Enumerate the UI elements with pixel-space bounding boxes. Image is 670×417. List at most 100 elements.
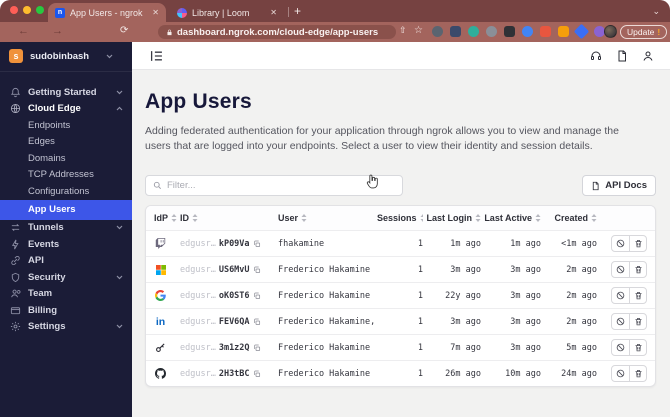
table-row[interactable]: edgusr… 3m1z2Q Frederico Hakamine 1 7m ag…: [146, 334, 655, 360]
revoke-sessions-button[interactable]: [612, 314, 629, 329]
delete-user-button[interactable]: [629, 340, 646, 356]
new-tab-button[interactable]: +: [294, 4, 301, 18]
sort-icon[interactable]: [171, 214, 177, 223]
extensions-row: [432, 23, 605, 40]
copy-icon[interactable]: [253, 292, 261, 300]
column-header-created[interactable]: Created: [541, 213, 597, 223]
url-text: dashboard.ngrok.com/cloud-edge/app-users: [177, 26, 379, 38]
user-id: US6MvU: [218, 264, 250, 275]
browser-profile-avatar[interactable]: [604, 25, 617, 38]
last-login: 3m ago: [450, 264, 481, 275]
filter-input[interactable]: [167, 180, 395, 192]
close-tab-icon[interactable]: ✕: [270, 8, 277, 17]
address-bar[interactable]: dashboard.ngrok.com/cloud-edge/app-users: [158, 25, 396, 39]
extension-icon[interactable]: [522, 26, 533, 37]
table-row[interactable]: in edgusr…FEV6QA Frederico Hakamine, CIS…: [146, 308, 655, 334]
extension-icon[interactable]: [540, 26, 551, 37]
chevron-down-icon[interactable]: ⌄: [652, 6, 660, 17]
tab-app-users[interactable]: n App Users - ngrok ✕: [48, 3, 166, 22]
close-window-button[interactable]: [10, 6, 18, 14]
sidebar-item-cloud-edge[interactable]: Cloud Edge: [0, 101, 132, 118]
copy-icon[interactable]: [253, 370, 261, 378]
chevron-down-icon: [116, 225, 123, 230]
extension-icon[interactable]: [432, 26, 443, 37]
table-row[interactable]: edgusr… oK0ST6 Frederico Hakamine 1 22y a…: [146, 282, 655, 308]
sidebar-item-tunnels[interactable]: Tunnels: [0, 220, 132, 237]
close-tab-icon[interactable]: ✕: [152, 8, 159, 17]
sidebar-item-edges[interactable]: Edges: [0, 134, 132, 151]
update-button[interactable]: Update !: [620, 25, 668, 39]
lock-icon: [167, 29, 172, 35]
revoke-sessions-button[interactable]: [612, 262, 629, 277]
minimize-window-button[interactable]: [23, 6, 31, 14]
sidebar-item-getting-started[interactable]: Getting Started: [0, 84, 132, 101]
copy-icon[interactable]: [253, 266, 261, 274]
copy-icon[interactable]: [253, 240, 261, 248]
account-switcher[interactable]: s sudobinbash: [0, 42, 132, 72]
sidebar-item-domains[interactable]: Domains: [0, 150, 132, 167]
tab-loom[interactable]: Library | Loom ✕: [170, 3, 284, 22]
sidebar-item-api[interactable]: API: [0, 253, 132, 270]
sidebar-item-configurations[interactable]: Configurations: [0, 183, 132, 200]
sidebar-item-security[interactable]: Security: [0, 269, 132, 286]
refresh-icon[interactable]: ⟳: [120, 25, 128, 36]
extension-icon[interactable]: [468, 26, 479, 37]
user-account-icon[interactable]: [642, 50, 654, 62]
forward-icon[interactable]: →: [52, 25, 63, 37]
extension-icon[interactable]: [450, 26, 461, 37]
sidebar-item-team[interactable]: Team: [0, 286, 132, 303]
column-header-last-active[interactable]: Last Active: [481, 213, 541, 223]
delete-user-button[interactable]: [629, 288, 646, 304]
extension-icon[interactable]: [558, 26, 569, 37]
sort-icon[interactable]: [591, 214, 597, 223]
extension-icon[interactable]: [573, 23, 590, 40]
table-row[interactable]: edgusr… kP09Va fhakamine 1 1m ago 1m ago …: [146, 230, 655, 256]
sidebar-item-endpoints[interactable]: Endpoints: [0, 117, 132, 134]
revoke-sessions-button[interactable]: [612, 236, 629, 251]
delete-user-button[interactable]: [629, 236, 646, 252]
last-active: 3m ago: [510, 290, 541, 301]
delete-user-button[interactable]: [629, 262, 646, 278]
extension-icon[interactable]: [504, 26, 515, 37]
share-icon[interactable]: ⇧: [399, 25, 407, 36]
chevron-down-icon: [106, 54, 113, 58]
credit-card-icon: [10, 307, 21, 314]
table-row[interactable]: edgusr… 2H3tBC Frederico Hakamine 1 26m a…: [146, 360, 655, 386]
api-docs-button[interactable]: API Docs: [582, 175, 656, 197]
bookmark-star-icon[interactable]: ☆: [414, 25, 423, 36]
user-name: Frederico Hakamine: [278, 342, 371, 353]
revoke-sessions-button[interactable]: [612, 340, 629, 355]
column-header-idp[interactable]: IdP: [154, 213, 180, 223]
sidebar-item-tcp-addresses[interactable]: TCP Addresses: [0, 167, 132, 184]
column-header-last-login[interactable]: Last Login: [423, 213, 481, 223]
delete-user-button[interactable]: [629, 314, 646, 330]
extension-icon[interactable]: [486, 26, 497, 37]
sort-icon[interactable]: [301, 214, 307, 223]
column-header-sessions[interactable]: Sessions: [377, 213, 423, 223]
copy-icon[interactable]: [253, 318, 261, 326]
back-icon[interactable]: ←: [18, 25, 29, 37]
revoke-sessions-button[interactable]: [612, 288, 629, 303]
table-header-row: IdP ID User Sessions Last Login Last Act…: [146, 206, 655, 231]
sessions-count: 1: [417, 290, 423, 301]
last-login: 3m ago: [450, 316, 481, 327]
column-header-user[interactable]: User: [278, 213, 377, 223]
sidebar-item-app-users[interactable]: App Users: [0, 199, 132, 220]
table-row[interactable]: edgusr… US6MvU Frederico Hakamine 1 3m ag…: [146, 256, 655, 282]
zoom-window-button[interactable]: [36, 6, 44, 14]
copy-icon[interactable]: [253, 344, 261, 352]
delete-user-button[interactable]: [629, 366, 646, 382]
document-icon[interactable]: [616, 50, 628, 62]
sidebar-item-label: Billing: [28, 304, 58, 316]
link-icon: [11, 256, 20, 266]
column-header-id[interactable]: ID: [180, 213, 278, 223]
sidebar-item-settings[interactable]: Settings: [0, 319, 132, 336]
sort-icon[interactable]: [192, 214, 198, 223]
support-headset-icon[interactable]: [590, 50, 602, 62]
github-icon: [154, 367, 167, 380]
sidebar-item-events[interactable]: Events: [0, 236, 132, 253]
revoke-sessions-button[interactable]: [612, 366, 629, 381]
sidebar-item-billing[interactable]: Billing: [0, 302, 132, 319]
collapse-sidebar-icon[interactable]: [150, 50, 163, 62]
last-login: 22y ago: [445, 290, 481, 301]
